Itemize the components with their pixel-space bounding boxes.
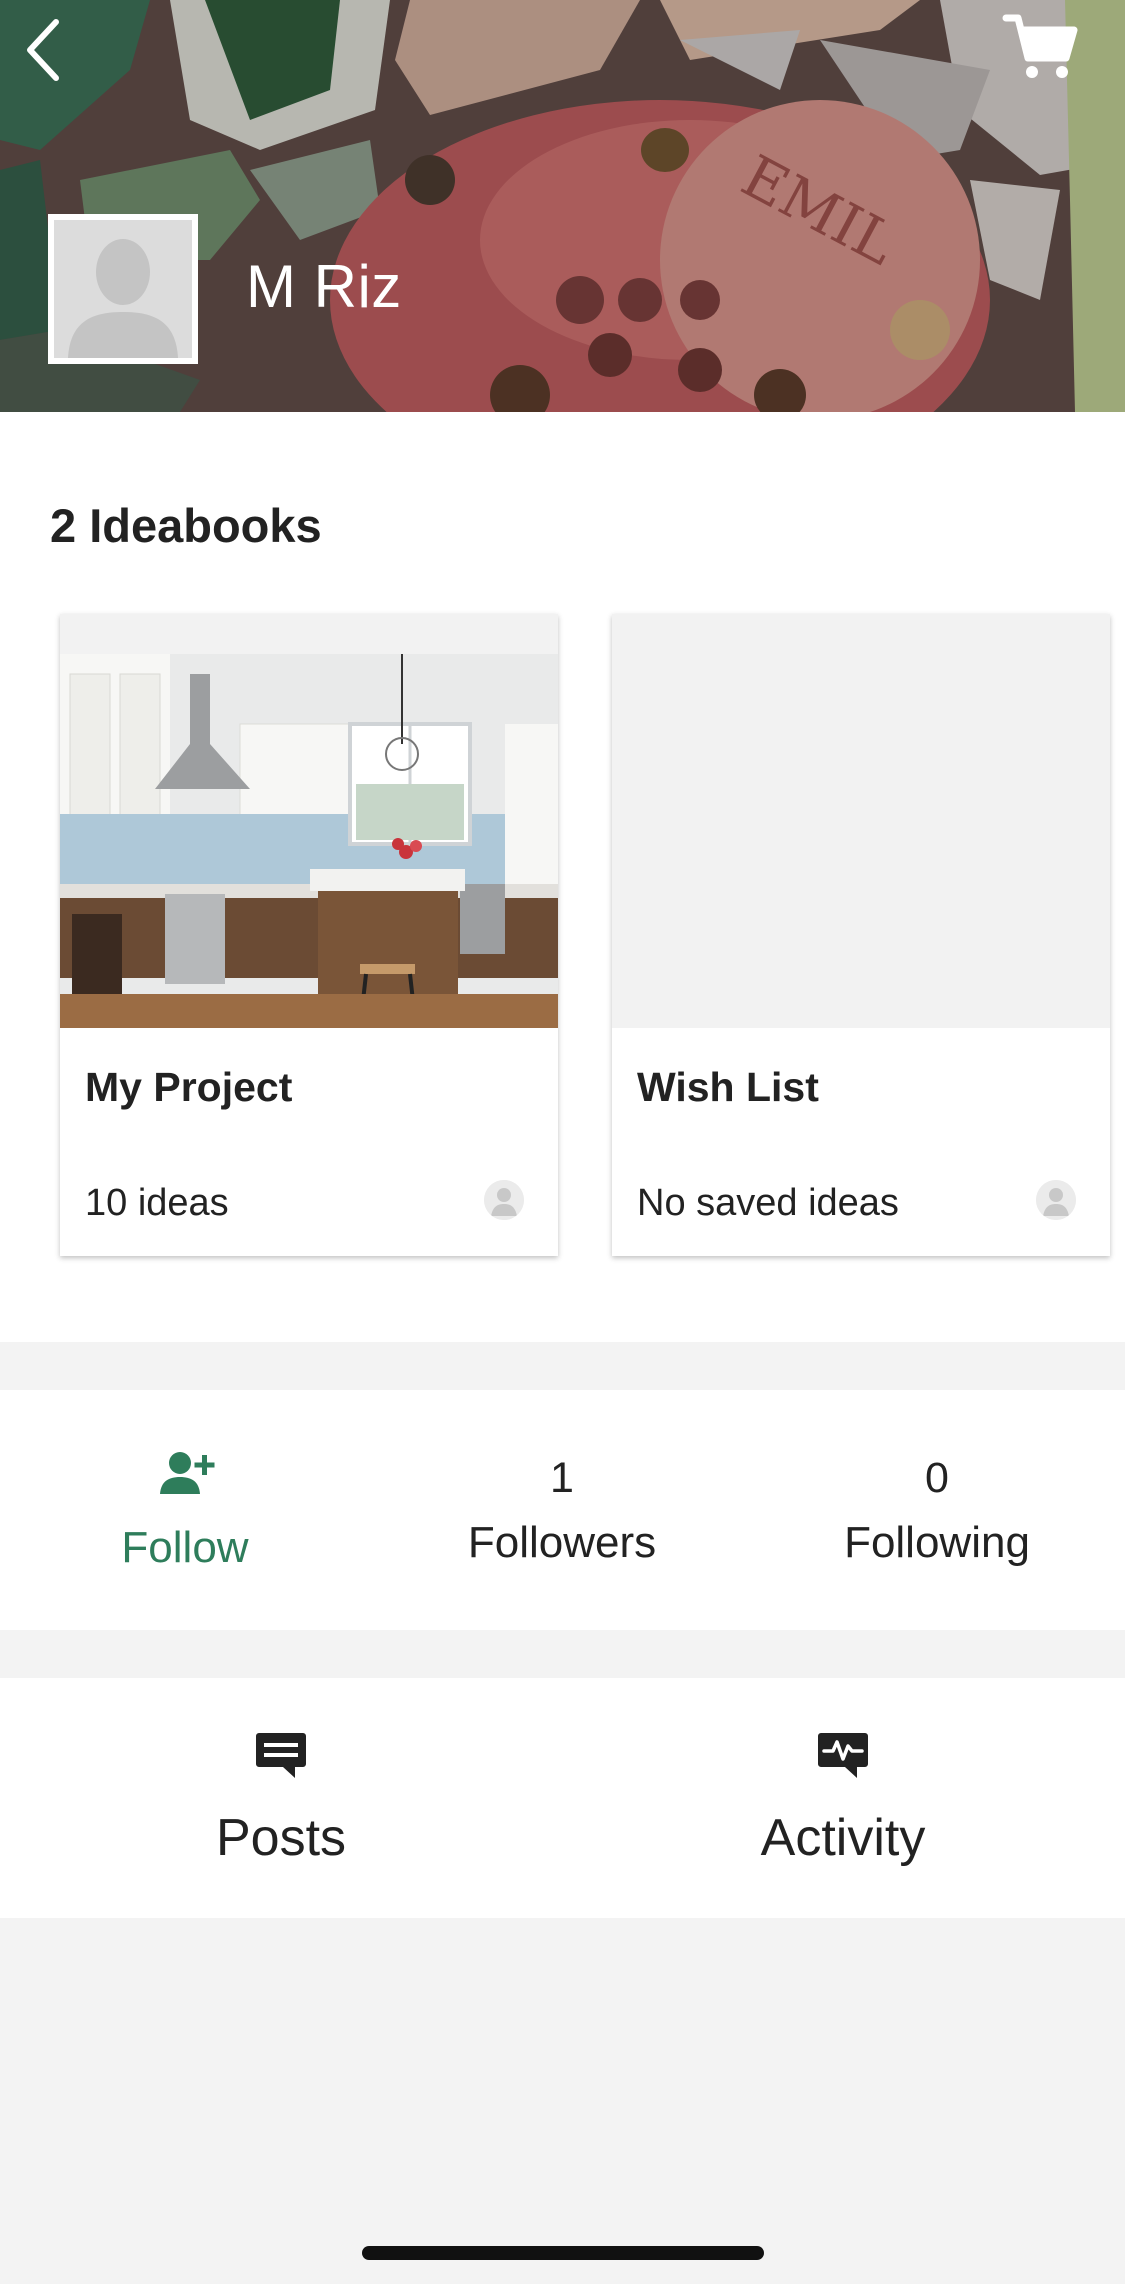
ideabooks-title: 2 Ideabooks (50, 499, 322, 552)
ideabook-cover-empty (612, 614, 1110, 1028)
following-stat[interactable]: 0 Following (812, 1390, 1062, 1630)
tab-posts[interactable]: Posts (0, 1678, 562, 1918)
ideabook-title: My Project (85, 1064, 293, 1110)
ideabook-owner-avatar-icon (1036, 1180, 1076, 1220)
ideabooks-section: 2 Ideabooks My Project 10 ideas Wish Lis… (0, 412, 1125, 1342)
followers-label: Followers (467, 1518, 657, 1567)
activity-icon (818, 1733, 868, 1778)
followers-stat[interactable]: 1 Followers (437, 1390, 687, 1630)
chevron-left-icon (27, 19, 59, 81)
ideabook-cover-image (60, 614, 558, 1028)
tab-posts-label: Posts (215, 1809, 347, 1867)
followers-count: 1 (550, 1454, 574, 1502)
ideabook-count: No saved ideas (637, 1182, 899, 1224)
profile-header: EMIL M Riz (0, 0, 1125, 412)
profile-stats-bar: Follow 1 Followers 0 Following (0, 1390, 1125, 1630)
default-avatar-icon (54, 220, 192, 358)
profile-tabs: Posts Activity (0, 1678, 1125, 1918)
cart-button[interactable] (1000, 6, 1080, 86)
follow-button[interactable]: Follow (60, 1390, 310, 1630)
ideabook-card-my-project[interactable]: My Project 10 ideas (60, 614, 558, 1256)
profile-name: M Riz (246, 253, 402, 320)
shopping-cart-icon (1002, 14, 1078, 78)
tab-activity[interactable]: Activity (562, 1678, 1124, 1918)
following-label: Following (844, 1518, 1030, 1567)
ideabook-card-wish-list[interactable]: Wish List No saved ideas (612, 614, 1110, 1256)
add-user-icon (160, 1452, 215, 1494)
back-button[interactable] (20, 8, 80, 88)
ideabook-owner-avatar-icon (484, 1180, 524, 1220)
following-count: 0 (925, 1454, 949, 1502)
ideabook-count: 10 ideas (85, 1182, 229, 1224)
profile-avatar[interactable] (48, 214, 198, 364)
follow-label: Follow (121, 1523, 249, 1572)
comment-icon (256, 1733, 306, 1778)
tab-activity-label: Activity (760, 1809, 926, 1867)
ideabook-title: Wish List (637, 1064, 819, 1110)
home-indicator[interactable] (362, 2246, 764, 2260)
